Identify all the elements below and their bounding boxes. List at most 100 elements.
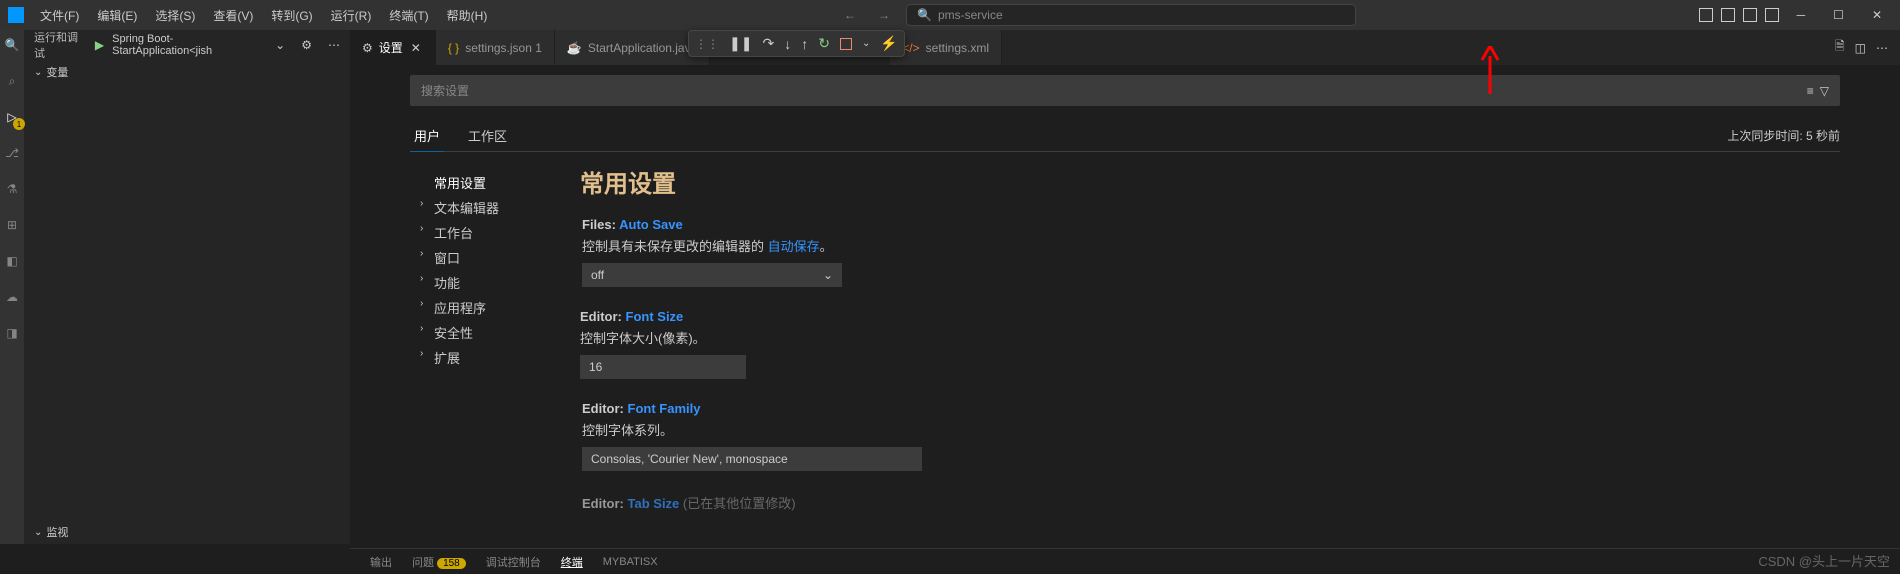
variables-label: 变量	[46, 64, 68, 80]
minimize-button[interactable]: ─	[1787, 4, 1816, 26]
tab-start-application[interactable]: ☕ StartApplication.java	[555, 30, 710, 65]
chevron-right-icon: ›	[420, 348, 423, 359]
explorer-icon[interactable]: 🔍	[3, 36, 21, 54]
panel-terminal[interactable]: 终端	[561, 554, 583, 570]
debug-badge: 1	[13, 118, 25, 130]
filter-icon[interactable]: ▽	[1820, 84, 1829, 98]
chevron-right-icon: ›	[420, 323, 423, 334]
toc-common[interactable]: 常用设置	[410, 170, 570, 195]
step-over-icon[interactable]: ↷	[762, 35, 774, 52]
step-out-icon[interactable]: ↑	[801, 36, 808, 52]
search-icon[interactable]: ⌕	[3, 72, 21, 90]
search-icon: 🔍	[917, 8, 932, 22]
problems-badge: 158	[437, 558, 466, 569]
maximize-button[interactable]: ☐	[1823, 4, 1854, 26]
menu-run[interactable]: 运行(R)	[323, 3, 380, 28]
tab-settings-json[interactable]: { } settings.json 1	[436, 30, 555, 65]
open-settings-json-icon[interactable]: 🗎	[1835, 37, 1845, 58]
close-icon[interactable]: ✕	[409, 41, 423, 55]
gear-icon: ⚙	[362, 41, 373, 55]
toc-security[interactable]: ›安全性	[410, 320, 570, 345]
tab-settings[interactable]: ⚙ 设置 ✕	[350, 30, 436, 65]
menu-file[interactable]: 文件(F)	[32, 3, 87, 28]
split-editor-icon[interactable]: ◫	[1855, 41, 1866, 55]
layout-icon-4[interactable]	[1765, 8, 1779, 22]
menu-select[interactable]: 选择(S)	[147, 3, 203, 28]
scope-workspace[interactable]: 工作区	[464, 120, 511, 151]
watch-label: 监视	[46, 524, 68, 540]
menu-edit[interactable]: 编辑(E)	[89, 3, 145, 28]
command-center-text: pms-service	[938, 8, 1003, 22]
watermark: CSDN @头上一片天空	[1758, 551, 1890, 570]
scm-icon[interactable]: ⎇	[3, 144, 21, 162]
config-chevron-icon[interactable]: ⌄	[275, 38, 285, 52]
chevron-right-icon: ›	[420, 248, 423, 259]
clear-icon[interactable]: ≡	[1807, 84, 1814, 98]
run-config[interactable]: Spring Boot-StartApplication<jish	[112, 33, 267, 57]
menu-terminal[interactable]: 终端(T)	[381, 3, 436, 28]
json-icon: { }	[448, 41, 459, 55]
run-icon[interactable]: ▶	[95, 38, 104, 52]
command-center[interactable]: 🔍 pms-service	[906, 4, 1356, 26]
test-icon[interactable]: ⚗	[3, 180, 21, 198]
hot-reload-icon[interactable]: ⚡	[880, 35, 897, 52]
auto-save-link[interactable]: 自动保存	[768, 239, 820, 254]
step-into-icon[interactable]: ↓	[784, 36, 791, 52]
setting-font-size: Editor: Font Size 控制字体大小(像素)。 16	[570, 309, 1840, 379]
nav-back-icon[interactable]: ←	[838, 6, 862, 24]
java-icon: ☕	[567, 41, 582, 55]
pause-icon[interactable]: ❚❚	[729, 35, 752, 52]
panel-output[interactable]: 输出	[370, 554, 392, 570]
restart-icon[interactable]: ↻	[818, 35, 830, 52]
misc-icon-3[interactable]: ◨	[3, 324, 21, 342]
tab-label: 设置	[379, 39, 403, 56]
watch-section[interactable]: ⌄ 监视	[24, 520, 350, 544]
font-family-input[interactable]: Consolas, 'Courier New', monospace	[582, 447, 922, 471]
sidebar-title: 运行和调试	[34, 29, 87, 61]
panel-problems[interactable]: 问题 158	[412, 554, 466, 570]
more-icon[interactable]: ⋯	[328, 38, 340, 52]
chevron-down-icon[interactable]: ⌄	[862, 38, 870, 49]
chevron-right-icon: ›	[420, 273, 423, 284]
layout-icon-1[interactable]	[1699, 8, 1713, 22]
toc-extensions[interactable]: ›扩展	[410, 345, 570, 370]
layout-icon-2[interactable]	[1721, 8, 1735, 22]
nav-forward-icon[interactable]: →	[872, 6, 896, 24]
chevron-right-icon: ›	[420, 198, 423, 209]
panel-debug-console[interactable]: 调试控制台	[486, 554, 541, 570]
sync-info: 上次同步时间: 5 秒前	[1727, 127, 1840, 144]
variables-section[interactable]: ⌄ 变量	[24, 60, 350, 84]
scope-user[interactable]: 用户	[410, 120, 444, 152]
auto-save-select[interactable]: off ⌄	[582, 263, 842, 287]
toc-window[interactable]: ›窗口	[410, 245, 570, 270]
stop-icon[interactable]	[840, 38, 852, 50]
close-button[interactable]: ✕	[1862, 4, 1892, 26]
font-size-input[interactable]: 16	[580, 355, 746, 379]
panel-mybatisx[interactable]: MYBATISX	[603, 556, 658, 568]
toc-text-editor[interactable]: ›文本编辑器	[410, 195, 570, 220]
tab-settings-xml[interactable]: </> settings.xml	[890, 30, 1002, 65]
app-logo	[8, 7, 24, 23]
menu-help[interactable]: 帮助(H)	[439, 3, 496, 28]
tab-label: StartApplication.java	[588, 41, 697, 55]
misc-icon-2[interactable]: ☁	[3, 288, 21, 306]
grip-icon[interactable]: ⋮⋮	[695, 37, 719, 51]
debug-toolbar[interactable]: ⋮⋮ ❚❚ ↷ ↓ ↑ ↻ ⌄ ⚡	[688, 30, 905, 57]
menu-goto[interactable]: 转到(G)	[263, 3, 320, 28]
extensions-icon[interactable]: ⊞	[3, 216, 21, 234]
toc-features[interactable]: ›功能	[410, 270, 570, 295]
tab-label: settings.xml	[926, 41, 989, 55]
more-actions-icon[interactable]: ⋯	[1876, 41, 1888, 55]
search-placeholder: 搜索设置	[421, 82, 469, 99]
misc-icon-1[interactable]: ◧	[3, 252, 21, 270]
annotation-arrow	[1476, 46, 1504, 94]
menu-view[interactable]: 查看(V)	[205, 3, 261, 28]
settings-search[interactable]: 搜索设置 ≡ ▽	[410, 75, 1840, 106]
gear-icon[interactable]: ⚙	[301, 38, 312, 52]
chevron-down-icon: ⌄	[34, 527, 42, 538]
toc-application[interactable]: ›应用程序	[410, 295, 570, 320]
toc-workbench[interactable]: ›工作台	[410, 220, 570, 245]
debug-icon[interactable]: ▷1	[3, 108, 21, 126]
layout-icon-3[interactable]	[1743, 8, 1757, 22]
chevron-down-icon: ⌄	[823, 268, 833, 282]
